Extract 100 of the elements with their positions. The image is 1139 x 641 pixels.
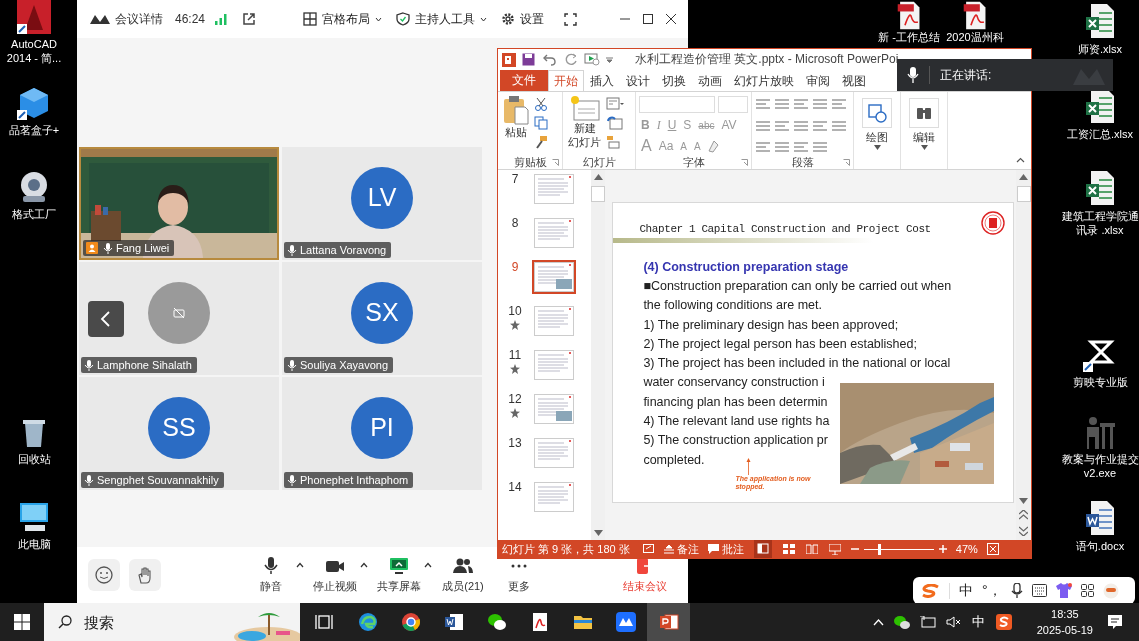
shirt-icon[interactable] (1055, 583, 1072, 598)
taskbar-app[interactable] (647, 603, 690, 641)
file-tab[interactable]: 文件 (500, 70, 548, 91)
input-mode-toggle[interactable]: 中 (959, 581, 973, 600)
desktop-shortcut[interactable]: 教案与作业提交v2.exe (1058, 415, 1139, 480)
slideshow-icon[interactable] (584, 53, 600, 66)
ribbon-tab[interactable]: 切换 (656, 70, 692, 91)
collapse-ribbon-icon[interactable] (1016, 157, 1025, 163)
ribbon-tab[interactable]: 设计 (620, 70, 656, 91)
caret-up-icon[interactable] (424, 562, 432, 568)
raise-hand-button[interactable] (129, 559, 161, 591)
mascot-icon[interactable] (1102, 582, 1119, 599)
chat-bubbles-icon[interactable] (893, 615, 910, 629)
slide-thumbnail[interactable] (532, 392, 576, 426)
punctuation-toggle[interactable]: °， (982, 581, 1002, 600)
desktop-shortcut[interactable]: 师资.xlsx (1058, 3, 1139, 56)
volume-muted-icon[interactable] (945, 616, 961, 628)
meeting-control-button[interactable]: 共享屏幕 (374, 556, 424, 594)
slide-sorter-icon[interactable] (782, 544, 795, 554)
ribbon-tab[interactable]: 动画 (692, 70, 728, 91)
notification-icon[interactable] (1107, 614, 1123, 630)
editing-button[interactable]: 编辑 (907, 98, 941, 169)
keyboard-icon[interactable] (1031, 584, 1047, 597)
scroll-thumb[interactable] (591, 186, 606, 202)
apps-grid-icon[interactable] (1080, 584, 1094, 597)
desktop-shortcut[interactable]: 语句.docx (1058, 500, 1139, 553)
desktop-shortcut[interactable]: 回收站 (0, 415, 68, 466)
slide-thumbnail[interactable] (532, 436, 576, 470)
search-box[interactable]: 搜索 (44, 603, 300, 641)
clear-format-icon[interactable] (705, 139, 720, 153)
maximize-icon[interactable] (643, 14, 653, 24)
close-icon[interactable] (666, 14, 676, 24)
end-meeting-button[interactable]: 结束会议 (620, 556, 670, 594)
desktop-shortcut[interactable]: 格式工厂 (0, 170, 68, 221)
desktop-shortcut[interactable]: 剪映专业版 (1058, 338, 1139, 389)
toolbar-button[interactable]: 主持人工具 (396, 7, 487, 31)
desktop-shortcut[interactable]: 此电脑 (0, 500, 68, 551)
slide-thumbnail[interactable] (532, 260, 576, 294)
meeting-details-link[interactable]: 会议详情 (115, 10, 163, 28)
ribbon-tab[interactable]: 幻灯片放映 (728, 70, 800, 91)
drawing-button[interactable]: 绘图 (860, 98, 894, 169)
customize-caret-icon[interactable] (606, 56, 613, 63)
search-field[interactable]: 搜索 (82, 612, 226, 632)
scroll-thumb[interactable] (1016, 186, 1031, 202)
meeting-control-button[interactable]: 成员(21) (438, 556, 488, 594)
microphone-icon[interactable] (1010, 583, 1023, 598)
fullscreen-icon[interactable] (564, 12, 577, 26)
font-name-field[interactable] (639, 95, 715, 113)
slide-thumbnail[interactable] (532, 348, 576, 382)
slide-thumbnail[interactable] (532, 304, 576, 338)
format-painter-icon[interactable] (534, 135, 548, 149)
clock[interactable]: 18:35 2025-05-19 (1036, 606, 1093, 638)
chevron-up-icon[interactable] (872, 618, 884, 626)
normal-view-icon[interactable] (753, 540, 772, 558)
reset-icon[interactable] (606, 116, 624, 130)
toolbar-button[interactable]: 宫格布局 (303, 7, 382, 31)
ribbon-tab[interactable]: 开始 (548, 70, 584, 91)
layout-icon[interactable] (606, 97, 624, 111)
spell-check-icon[interactable] (642, 544, 655, 554)
save-icon[interactable] (522, 53, 535, 66)
sogou-logo-icon[interactable] (995, 614, 1012, 630)
presenter-icon[interactable] (828, 543, 841, 555)
dialog-launcher-icon[interactable] (741, 158, 748, 166)
copy-icon[interactable] (534, 116, 548, 130)
comments-button[interactable]: 批注 (707, 541, 744, 557)
external-link-icon[interactable] (242, 12, 257, 26)
ribbon-tab[interactable]: 视图 (836, 70, 872, 91)
font-size-field[interactable] (718, 95, 748, 113)
caret-up-icon[interactable] (360, 562, 368, 568)
desktop-shortcut[interactable]: 2020温州科 (942, 1, 1008, 44)
ribbon-tab[interactable]: 审阅 (800, 70, 836, 91)
caret-up-icon[interactable] (296, 562, 304, 568)
meeting-control-button[interactable]: 静音 (246, 556, 296, 594)
input-language-indicator[interactable]: 中 (971, 613, 985, 631)
zoom-out-icon[interactable] (850, 545, 859, 553)
paste-button[interactable]: 粘贴 (501, 95, 531, 155)
notes-button[interactable]: 备注 (663, 541, 699, 557)
scrollbar[interactable] (1016, 170, 1031, 540)
dialog-launcher-icon[interactable] (552, 158, 559, 166)
fit-slide-icon[interactable] (986, 543, 999, 555)
reaction-button[interactable] (88, 559, 120, 591)
new-slide-button[interactable]: 新建 幻灯片 (566, 95, 603, 155)
desktop-shortcut[interactable]: 建筑工程学院通讯录 .xlsx (1058, 170, 1139, 237)
zoom-percentage[interactable]: 47% (955, 543, 978, 555)
desktop-shortcut[interactable]: 品茗盒子+ (0, 86, 68, 137)
redo-icon[interactable] (565, 53, 578, 66)
desktop-shortcut[interactable]: 工资汇总.xlsx (1058, 88, 1139, 141)
windows-start-icon[interactable] (14, 614, 30, 630)
cut-icon[interactable] (534, 97, 548, 111)
undo-icon[interactable] (541, 53, 559, 66)
toolbar-button[interactable]: 设置 (501, 7, 544, 31)
slide-thumbnail[interactable] (532, 172, 576, 206)
desktop-shortcut[interactable]: AutoCAD 2014 - 简... (0, 0, 68, 65)
zoom-slider-thumb[interactable] (878, 543, 882, 555)
zoom-in-icon[interactable] (938, 545, 947, 553)
meeting-control-button[interactable]: 停止视频 (310, 556, 360, 594)
scrollbar[interactable] (590, 170, 606, 540)
chevron-left-icon[interactable] (88, 301, 124, 337)
dialog-launcher-icon[interactable] (843, 158, 850, 166)
slide-thumbnail[interactable] (532, 480, 576, 514)
